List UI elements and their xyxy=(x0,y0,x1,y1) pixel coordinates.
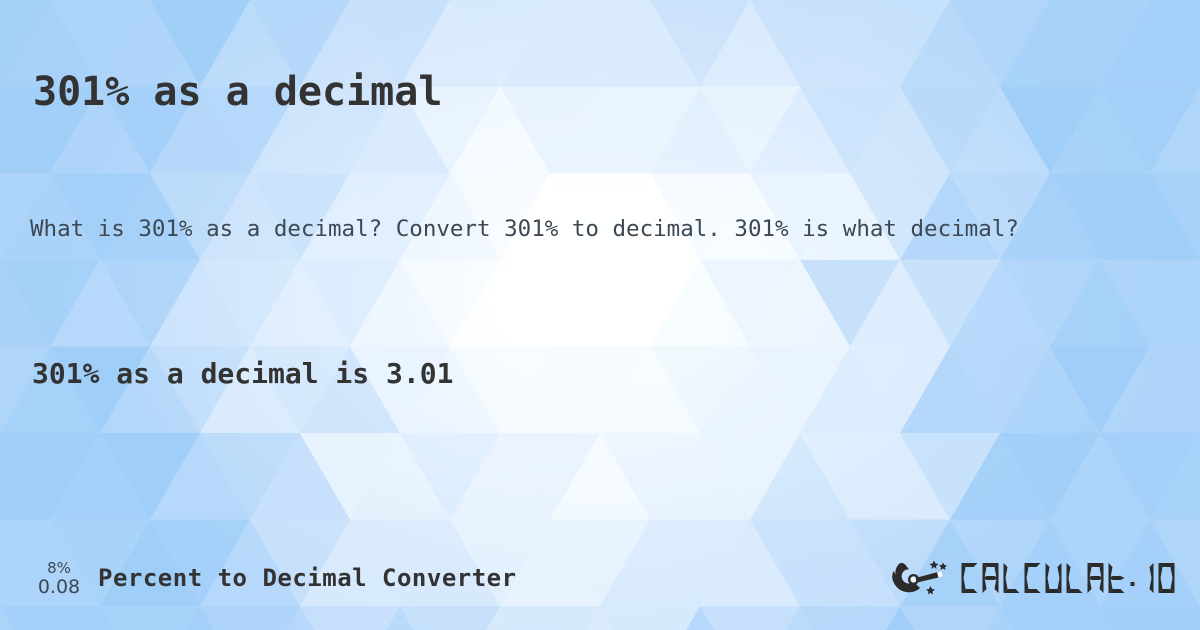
hand-magic-wand-icon xyxy=(892,560,947,595)
brand-logo[interactable] xyxy=(891,554,1186,602)
intro-paragraph: What is 301% as a decimal? Convert 301% … xyxy=(30,215,1019,242)
footer-left-group: 8% 0.08 Percent to Decimal Converter xyxy=(32,552,517,604)
brand-wordmark xyxy=(953,556,1186,600)
footer-converter-label: Percent to Decimal Converter xyxy=(98,564,517,592)
footer: 8% 0.08 Percent to Decimal Converter xyxy=(0,552,1200,612)
percent-to-decimal-icon-bottom: 0.08 xyxy=(37,576,81,598)
percent-to-decimal-icon: 8% 0.08 xyxy=(32,561,86,597)
answer-statement: 301% as a decimal is 3.01 xyxy=(32,357,454,390)
page-title: 301% as a decimal xyxy=(33,68,443,115)
brand-wordmark-svg xyxy=(961,563,1175,593)
content-layer: 301% as a decimal What is 301% as a deci… xyxy=(0,0,1200,630)
percent-to-decimal-icon-top: 8% xyxy=(47,559,71,577)
og-image-canvas: 301% as a decimal What is 301% as a deci… xyxy=(0,0,1200,630)
